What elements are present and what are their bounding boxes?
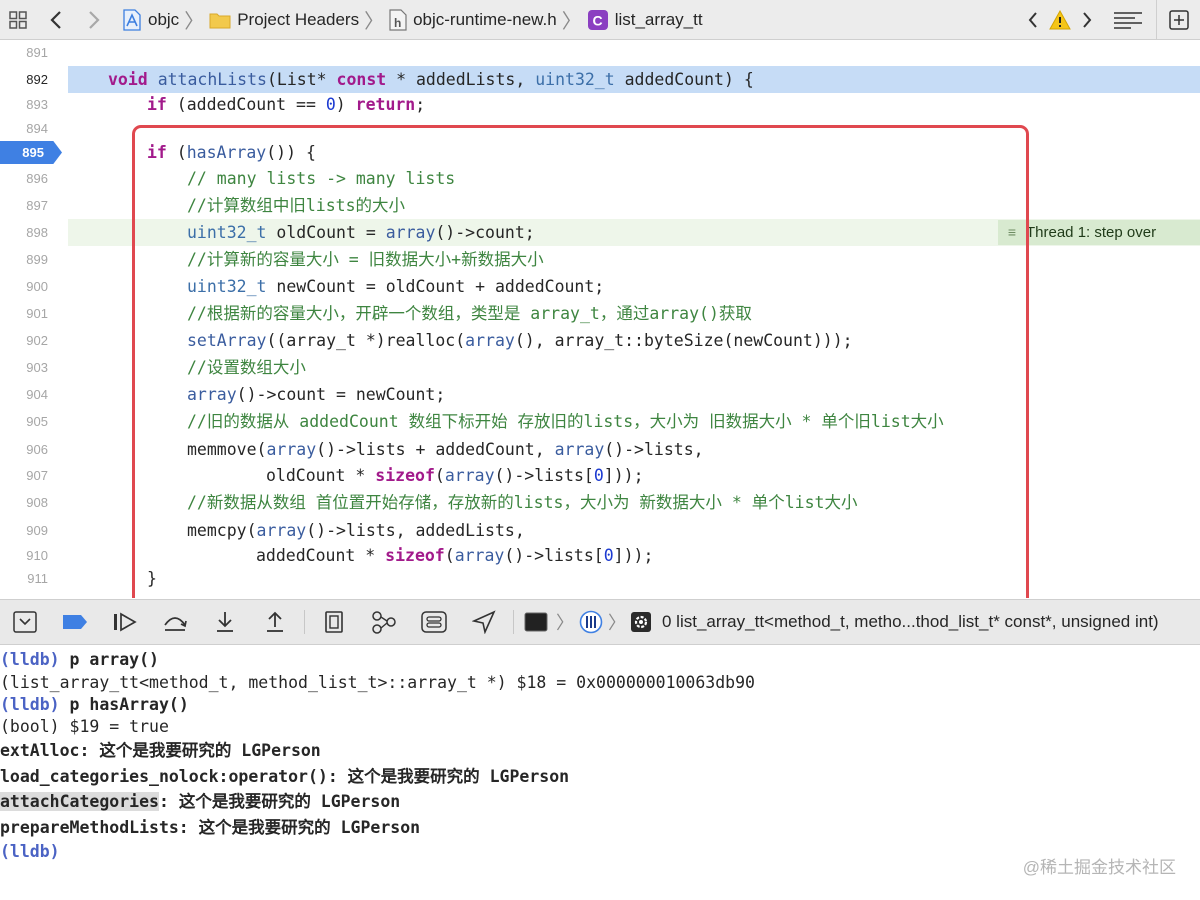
line-number: 891 [26, 45, 48, 60]
menu-lines-icon[interactable] [1100, 0, 1156, 40]
console-line: prepareMethodLists: 这个是我要研究的 LGPerson [0, 818, 421, 837]
watermark: @稀土掘金技术社区 [1022, 858, 1176, 877]
breakpoint-marker[interactable]: 895 [0, 141, 62, 164]
breadcrumb-label: objc-runtime-new.h [413, 9, 557, 29]
class-icon: C [587, 9, 609, 31]
stack-frame-label[interactable]: 0 list_array_tt<method_t, metho...thod_l… [662, 612, 1159, 632]
thread-icon[interactable] [518, 599, 554, 645]
line-number: 894 [26, 121, 48, 136]
line-number: 906 [26, 442, 48, 457]
forward-arrow-icon[interactable] [76, 0, 112, 40]
code-text: if (addedCount == 0) return; [147, 95, 426, 114]
continue-icon[interactable] [100, 599, 150, 645]
step-into-icon[interactable] [200, 599, 250, 645]
chevron-right-icon: 〉 [364, 11, 385, 33]
line-number: 900 [26, 279, 48, 294]
line-number: 907 [26, 468, 48, 483]
line-number: 899 [26, 252, 48, 267]
line-number: 908 [26, 495, 48, 510]
code-line[interactable]: 891 [0, 41, 1200, 66]
console-line: extAlloc: 这个是我要研究的 LGPerson [0, 741, 321, 760]
selected-text: attachCategories [0, 792, 159, 811]
chevron-right-icon: 〉 [184, 11, 205, 33]
console-toggle-icon[interactable] [0, 599, 50, 645]
toolbar-divider [304, 610, 305, 634]
queue-icon[interactable] [576, 599, 606, 645]
breadcrumb-file[interactable]: h objc-runtime-new.h [389, 0, 557, 40]
location-icon[interactable] [459, 599, 509, 645]
chevron-right-icon: 〉 [608, 613, 626, 634]
line-number: 896 [26, 171, 48, 186]
line-number: 904 [26, 387, 48, 402]
step-over-icon[interactable] [150, 599, 200, 645]
breadcrumb-project[interactable]: objc [122, 0, 179, 40]
environment-icon[interactable] [409, 599, 459, 645]
frame-gear-icon[interactable] [628, 599, 654, 645]
thread-label-text: Thread 1: step over [1026, 224, 1157, 241]
line-number: 905 [26, 414, 48, 429]
annotation-highlight-box [132, 125, 1029, 598]
svg-text:C: C [592, 12, 602, 28]
folder-icon [209, 11, 231, 29]
line-number: 903 [26, 360, 48, 375]
chevron-right-icon[interactable] [1074, 0, 1100, 40]
breakpoint-toggle-icon[interactable] [50, 599, 100, 645]
header-file-icon: h [389, 8, 407, 31]
console-line: load_categories_nolock:operator(): 这个是我要… [0, 767, 570, 786]
console-line: (lldb) p array() [0, 650, 159, 669]
code-line[interactable]: 892 void attachLists(List* const * added… [0, 66, 1200, 93]
add-editor-icon[interactable] [1156, 0, 1200, 40]
debug-console[interactable]: (lldb) p array() (list_array_tt<method_t… [0, 646, 1200, 900]
grid-icon[interactable] [0, 0, 36, 40]
console-prompt[interactable]: (lldb) [0, 839, 60, 864]
step-out-icon[interactable] [250, 599, 300, 645]
xcode-project-icon [122, 8, 142, 31]
code-text: void attachLists(List* const * addedList… [108, 70, 754, 89]
breadcrumb-label: list_array_tt [614, 9, 703, 29]
chevron-left-icon[interactable] [1020, 0, 1046, 40]
svg-text:h: h [394, 16, 401, 30]
toolbar-divider [513, 610, 514, 634]
warning-icon[interactable] [1046, 0, 1074, 40]
line-number: 901 [26, 306, 48, 321]
line-number: 902 [26, 333, 48, 348]
memory-graph-icon[interactable] [359, 599, 409, 645]
code-line[interactable]: 893 if (addedCount == 0) return; [0, 91, 1200, 118]
line-number: 909 [26, 523, 48, 538]
line-number: 911 [27, 571, 48, 586]
line-number: 897 [26, 198, 48, 213]
chevron-right-icon: 〉 [561, 11, 582, 33]
view-debugger-icon[interactable] [309, 599, 359, 645]
console-line: (bool) $19 = true [0, 717, 169, 736]
source-editor[interactable]: 891 892 void attachLists(List* const * a… [0, 41, 1200, 598]
breadcrumb-group[interactable]: Project Headers [209, 0, 359, 40]
breadcrumb-symbol[interactable]: C list_array_tt [587, 0, 703, 40]
line-number: 893 [26, 97, 48, 112]
jump-bar: objc 〉 Project Headers 〉 h objc-runtime-… [0, 0, 1200, 40]
line-number: 898 [26, 225, 48, 240]
breadcrumb-label: objc [148, 9, 180, 29]
chevron-right-icon: 〉 [556, 613, 574, 634]
console-line: attachCategories: 这个是我要研究的 LGPerson [0, 792, 401, 811]
breadcrumb-label: Project Headers [237, 9, 360, 29]
back-arrow-icon[interactable] [36, 0, 76, 40]
debug-bar: 〉 〉 0 list_array_tt<method_t, metho...th… [0, 599, 1200, 645]
line-number: 892 [26, 72, 48, 87]
